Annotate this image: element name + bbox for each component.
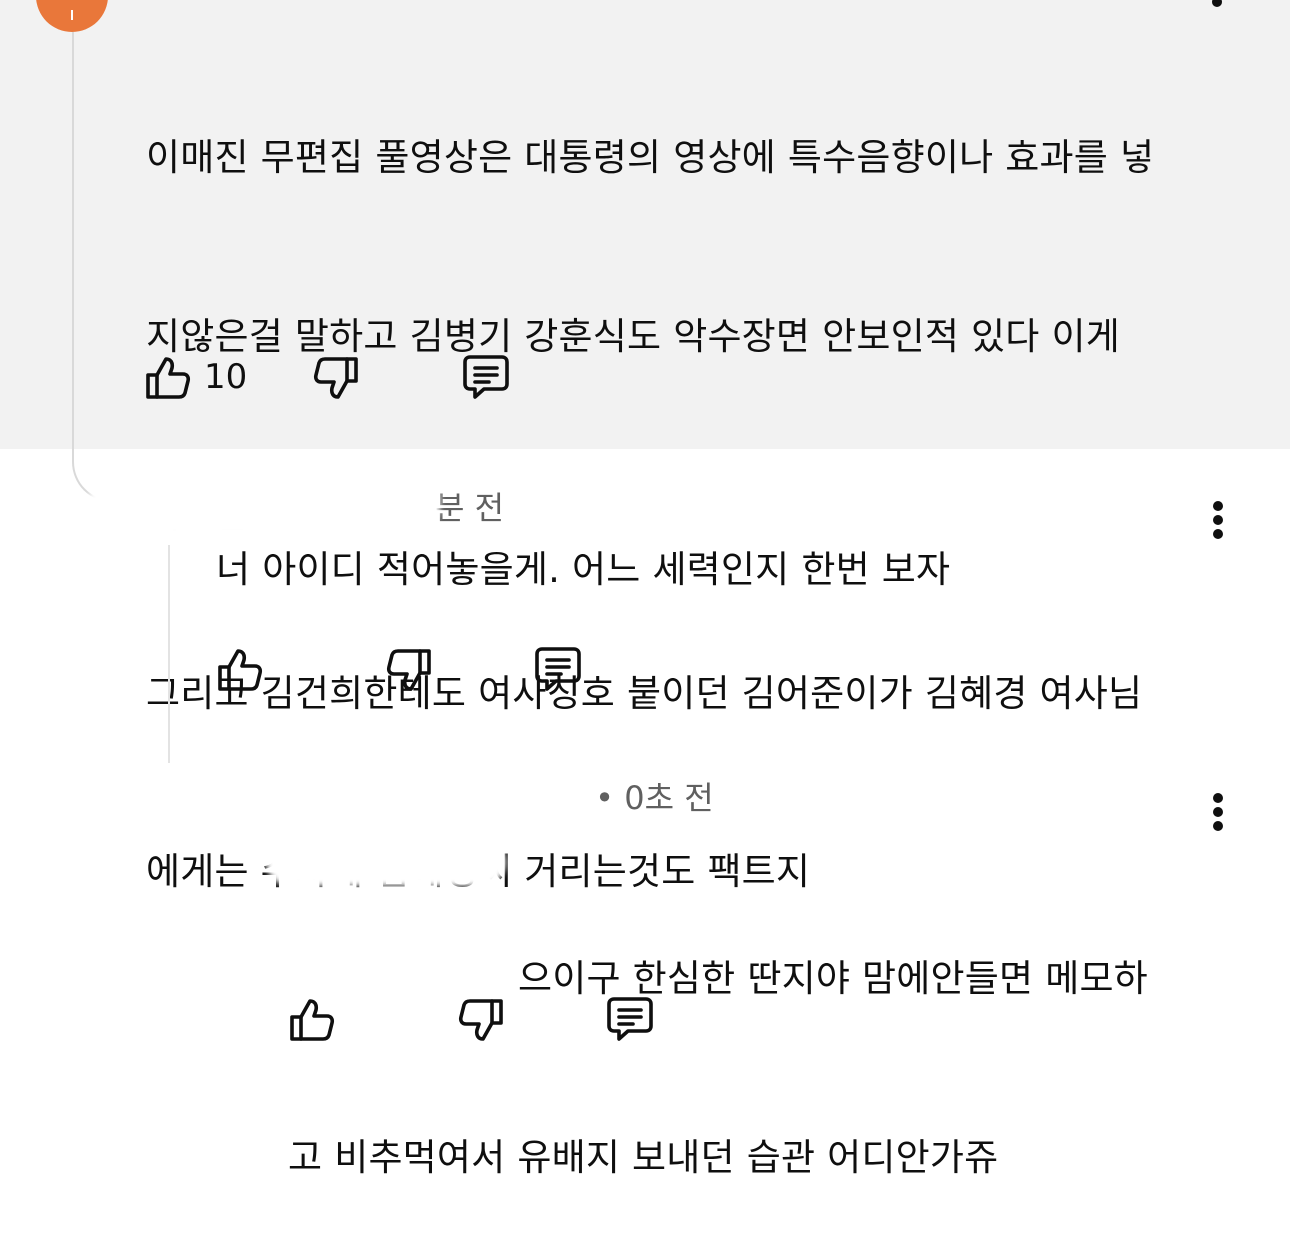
reply-line: 으이구 한심한 딴지야 맘에안들면 메모하 [518,957,1148,1000]
thumbs-down-icon [458,999,503,1041]
more-button[interactable] [1212,501,1224,541]
reply-button[interactable] [462,353,510,401]
reply-comment-icon [463,355,509,399]
like-button[interactable] [288,995,336,1043]
reply-comment-icon [607,997,653,1041]
comment-line: 그리고 김건희한테도 여사칭호 붙이던 김어준이가 김혜경 여사님 [146,671,1143,715]
thumbs-down-icon [313,357,358,399]
dislike-button[interactable] [385,647,433,695]
kebab-dot [1213,515,1223,525]
reply-meta: • 0초 전 [505,776,713,820]
timestamp[interactable]: 0초 전 [624,779,713,817]
thread-line [72,32,74,452]
reply-button[interactable] [606,995,654,1043]
thumbs-up-icon [146,357,191,399]
reply-button[interactable] [534,645,582,693]
reply-comment-icon [535,647,581,691]
redacted-area [90,470,440,536]
more-vertical-icon [1213,501,1223,511]
meta-separator: • [595,779,615,817]
like-button[interactable] [216,645,264,693]
like-button[interactable] [144,353,192,401]
dislike-button[interactable] [312,355,360,403]
kebab-dot [1213,807,1223,817]
reply-text: 너 아이디 적어놓을게. 어느 세력인지 한번 보자 [216,548,951,591]
comment-line: 이매진 무편집 풀영상은 대통령의 영상에 특수음향이나 효과를 넣 [146,136,1155,179]
reply-line: 고 비추먹여서 유배지 보내던 습관 어디안가쥬 [288,1135,999,1179]
more-button[interactable] [1212,793,1224,833]
more-vertical-icon [1213,793,1223,803]
dislike-button[interactable] [457,997,505,1045]
thumbs-down-icon [386,649,431,691]
kebab-dot [1213,529,1223,539]
thumbs-up-icon [290,999,335,1041]
comment-line: 지않은걸 말하고 김병기 강훈식도 악수장면 안보인적 있다 이게 [146,314,1120,358]
reply-text: 으이구 한심한 딴지야 맘에안들면 메모하 고 비추먹여서 유배지 보내던 습관… [288,830,1228,1247]
reply-thread-line [168,545,170,763]
like-count: 10 [204,357,248,397]
thumbs-up-icon [218,649,263,691]
